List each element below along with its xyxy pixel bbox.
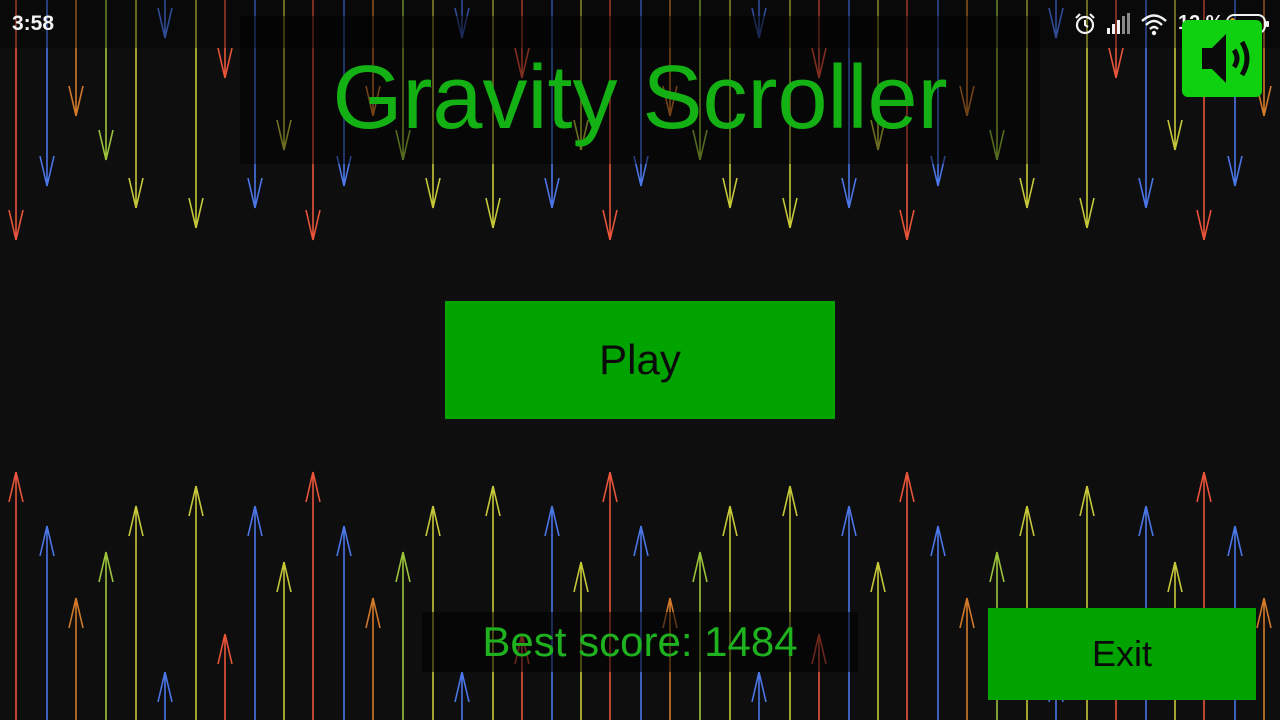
up-arrow <box>39 525 55 720</box>
exit-button[interactable]: Exit <box>988 608 1256 700</box>
game-title: Gravity Scroller <box>332 48 948 148</box>
up-arrow <box>454 671 470 720</box>
up-arrow <box>128 505 144 720</box>
up-arrow <box>959 597 975 720</box>
alarm-icon <box>1072 12 1098 36</box>
up-arrow <box>157 671 173 720</box>
wifi-icon <box>1140 12 1167 36</box>
up-arrow <box>8 471 24 720</box>
up-arrow <box>782 485 798 720</box>
up-arrow <box>485 485 501 720</box>
up-arrow <box>602 471 618 720</box>
up-arrow <box>188 485 204 720</box>
up-arrow <box>98 551 114 720</box>
up-arrow <box>930 525 946 720</box>
up-arrow <box>395 551 411 720</box>
up-arrow <box>217 633 233 720</box>
up-arrow <box>247 505 263 720</box>
title-panel: Gravity Scroller <box>240 16 1040 164</box>
sound-toggle-button[interactable] <box>1182 20 1262 97</box>
up-arrow <box>751 671 767 720</box>
best-score-panel: Best score: 1484 <box>422 612 858 672</box>
status-time: 3:58 <box>12 12 55 35</box>
up-arrow <box>305 471 321 720</box>
up-arrow <box>68 597 84 720</box>
up-arrow <box>899 471 915 720</box>
up-arrow <box>365 597 381 720</box>
up-arrow <box>336 525 352 720</box>
up-arrow <box>276 561 292 720</box>
game-screen: 3:58 Gravity Scroller Play Best score: 1… <box>0 0 1280 720</box>
signal-icon <box>1105 12 1131 36</box>
speaker-on-icon <box>1202 34 1250 83</box>
up-arrow <box>1256 597 1272 720</box>
best-score-text: Best score: 1484 <box>482 618 798 665</box>
play-button[interactable]: Play <box>445 301 835 419</box>
up-arrow <box>870 561 886 720</box>
